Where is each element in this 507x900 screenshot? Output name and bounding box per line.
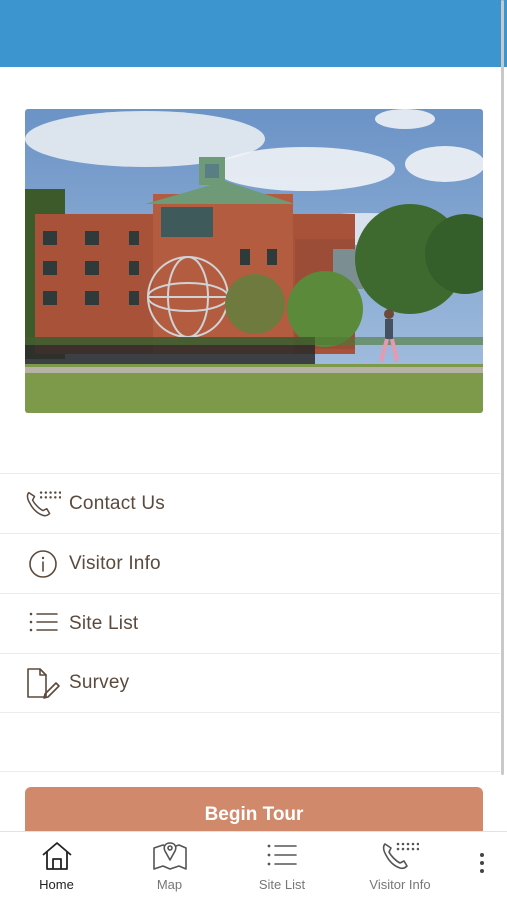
list-icon	[266, 840, 298, 872]
menu-item-contact-us[interactable]: Contact Us	[0, 473, 500, 533]
nav-home[interactable]: Home	[0, 832, 113, 900]
bottom-navigation: Home Map Site List Visitor Info	[0, 831, 507, 900]
nav-site-list[interactable]: Site List	[226, 832, 338, 900]
phone-keypad-icon	[25, 488, 61, 520]
phone-keypad-icon	[381, 840, 419, 872]
menu-item-label: Site List	[69, 612, 139, 634]
map-pin-icon	[152, 840, 188, 872]
menu-item-survey[interactable]: Survey	[0, 653, 500, 713]
menu-item-site-list[interactable]: Site List	[0, 593, 500, 653]
main-menu: Contact Us Visitor Info Site List Survey	[0, 473, 500, 713]
nav-label: Home	[39, 877, 74, 892]
menu-item-label: Visitor Info	[69, 552, 161, 574]
nav-map[interactable]: Map	[113, 832, 226, 900]
nav-label: Site List	[258, 877, 306, 892]
scrollbar[interactable]	[501, 0, 504, 775]
home-icon	[40, 840, 74, 872]
survey-edit-icon	[25, 667, 61, 699]
nav-label: Visitor Info	[369, 877, 431, 892]
nav-visitor-info[interactable]: Visitor Info	[338, 832, 462, 900]
divider	[0, 771, 500, 772]
hero-image	[25, 109, 483, 413]
menu-item-visitor-info[interactable]: Visitor Info	[0, 533, 500, 593]
info-icon	[25, 548, 61, 580]
list-icon	[25, 608, 61, 640]
app-header-bar	[0, 0, 507, 67]
menu-item-label: Contact Us	[69, 492, 165, 514]
menu-item-label: Survey	[69, 672, 130, 693]
more-vertical-icon[interactable]	[462, 832, 502, 900]
nav-label: Map	[156, 877, 183, 892]
